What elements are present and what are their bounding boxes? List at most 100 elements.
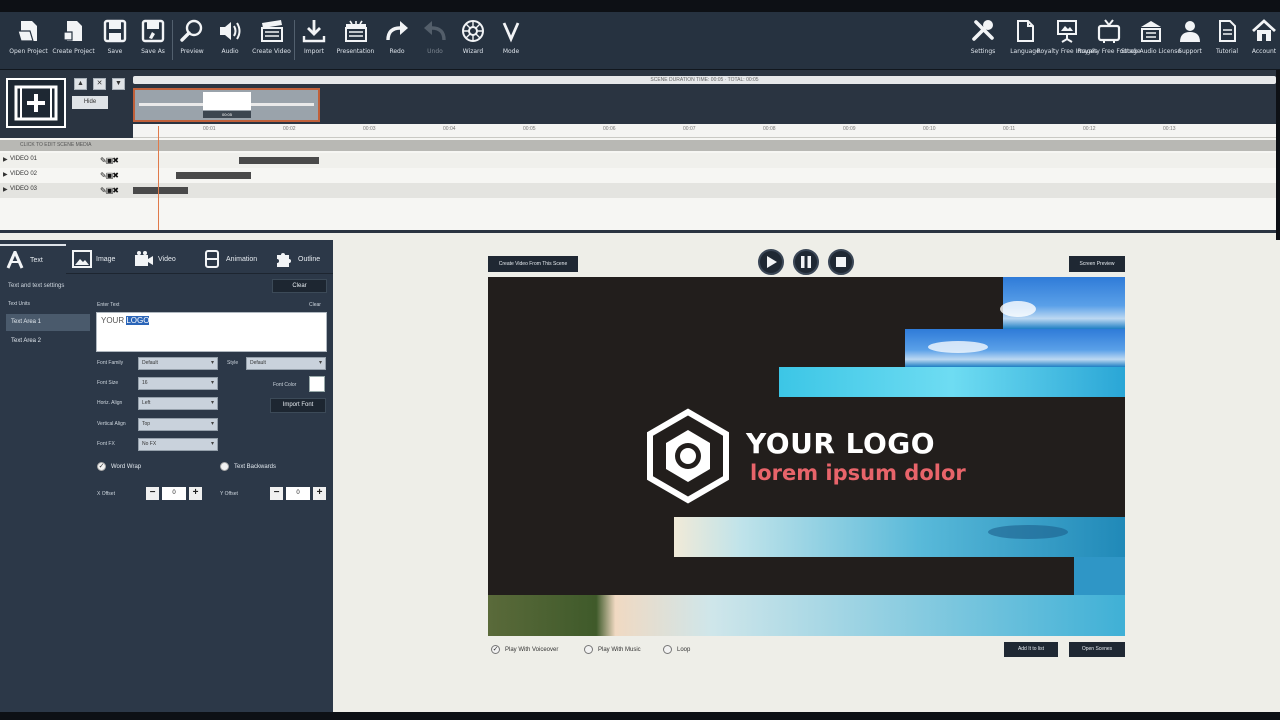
- track-header[interactable]: CLICK TO EDIT SCENE MEDIA: [0, 140, 1276, 151]
- open-project-button[interactable]: Open Project: [6, 12, 51, 70]
- window-top-bar: [0, 0, 1280, 12]
- x-offset-plus-button[interactable]: +: [189, 487, 202, 500]
- loop-checkbox[interactable]: Loop: [663, 645, 690, 654]
- royalty-free-footage-button[interactable]: Royalty Free Footage: [1077, 12, 1141, 70]
- settings-button[interactable]: Settings: [962, 12, 1004, 70]
- mode-button[interactable]: Mode: [492, 12, 530, 70]
- create-video-button[interactable]: Create Video: [249, 12, 294, 70]
- save-button[interactable]: Save: [96, 12, 134, 70]
- track-tools-icon[interactable]: ✎▣✖: [100, 171, 119, 180]
- font-fx-select[interactable]: No FX ▾: [138, 438, 218, 451]
- time-ruler[interactable]: 00:01 00:02 00:03 00:04 00:05 00:06 00:07 00:08…: [133, 124, 1276, 138]
- track-clip[interactable]: [133, 187, 188, 194]
- import-font-button[interactable]: Import Font: [270, 398, 326, 413]
- horizontal-align-select[interactable]: Left ▾: [138, 397, 218, 410]
- play-with-music-checkbox[interactable]: Play With Music: [584, 645, 641, 654]
- expand-arrow-icon[interactable]: ▶: [3, 171, 8, 178]
- font-size-select[interactable]: 16 ▾: [138, 377, 218, 390]
- redo-button[interactable]: Redo: [378, 12, 416, 70]
- y-offset-stepper: − 0 +: [270, 487, 326, 500]
- font-family-select[interactable]: Default ▾: [138, 357, 218, 370]
- text-backwards-checkbox[interactable]: Text Backwards: [220, 462, 276, 471]
- app-window: Open Project Create Project Save Save As…: [0, 0, 1280, 720]
- word-wrap-checkbox[interactable]: ✓ Word Wrap: [97, 462, 141, 471]
- preview-button[interactable]: Preview: [173, 12, 211, 70]
- playhead[interactable]: [158, 126, 159, 230]
- tab-video[interactable]: Video: [128, 244, 196, 274]
- clear-text-link[interactable]: Clear: [309, 302, 321, 308]
- logo-title-text[interactable]: YOUR LOGO: [746, 427, 935, 460]
- logo-subtitle-text[interactable]: lorem ipsum dolor: [750, 461, 966, 485]
- audio-icon: [220, 22, 241, 40]
- tab-text[interactable]: Text: [0, 244, 66, 274]
- scene-preview-canvas[interactable]: YOUR LOGO lorem ipsum dolor: [488, 277, 1125, 636]
- scene-thumbnail-strip[interactable]: 00:05: [133, 88, 320, 122]
- account-button[interactable]: Account: [1246, 12, 1280, 70]
- track-row[interactable]: ▶ VIDEO 03 ✎▣✖: [0, 183, 1276, 198]
- create-project-button[interactable]: Create Project: [51, 12, 96, 70]
- stop-button[interactable]: [828, 249, 854, 275]
- font-color-label: Font Color: [273, 382, 297, 388]
- horizontal-align-label: Horiz. Align: [97, 400, 123, 406]
- y-offset-value[interactable]: 0: [286, 487, 310, 500]
- stock-audio-license-button[interactable]: Stock Audio License: [1121, 12, 1181, 70]
- track-row[interactable]: ▶ VIDEO 02 ✎▣✖: [0, 168, 1276, 183]
- text-area-1-item[interactable]: Text Area 1: [6, 314, 90, 331]
- properties-panel: Text Image Video Animation Outline Text …: [0, 240, 333, 712]
- audio-button[interactable]: Audio: [211, 12, 249, 70]
- language-button[interactable]: Language: [1004, 12, 1046, 70]
- scene-up-button[interactable]: ▲: [74, 78, 87, 90]
- preview-icon: [180, 19, 203, 42]
- clear-all-button[interactable]: Clear: [272, 279, 327, 293]
- text-input[interactable]: YOUR LOGO: [96, 312, 327, 352]
- vertical-align-select[interactable]: Top ▾: [138, 418, 218, 431]
- y-offset-plus-button[interactable]: +: [313, 487, 326, 500]
- font-color-swatch[interactable]: [309, 376, 325, 392]
- presentation-button[interactable]: Presentation: [333, 12, 378, 70]
- screen-preview-button[interactable]: Screen Preview: [1069, 256, 1125, 272]
- x-offset-minus-button[interactable]: −: [146, 487, 159, 500]
- ruler-tick: 00:13: [1163, 126, 1176, 132]
- ruler-tick: 00:05: [523, 126, 536, 132]
- royalty-free-images-button[interactable]: Royalty Free Images: [1037, 12, 1097, 70]
- text-area-2-item[interactable]: Text Area 2: [6, 333, 90, 350]
- create-video-from-scene-button[interactable]: Create Video From This Scene: [488, 256, 578, 272]
- y-offset-minus-button[interactable]: −: [270, 487, 283, 500]
- images-icon: [1057, 20, 1077, 43]
- outline-icon: [277, 253, 291, 267]
- hide-button[interactable]: Hide: [72, 96, 108, 109]
- track-clip[interactable]: [176, 172, 251, 179]
- tab-outline[interactable]: Outline: [268, 244, 333, 274]
- tab-animation[interactable]: Animation: [196, 244, 268, 274]
- ruler-tick: 00:03: [363, 126, 376, 132]
- scene-down-button[interactable]: ▼: [112, 78, 125, 90]
- track-row[interactable]: ▶ VIDEO 01 ✎▣✖: [0, 153, 1276, 168]
- track-tools-icon[interactable]: ✎▣✖: [100, 156, 119, 165]
- play-with-voiceover-checkbox[interactable]: ✓ Play With Voiceover: [491, 645, 558, 654]
- add-scene-button[interactable]: [6, 78, 66, 128]
- support-button[interactable]: Support: [1172, 12, 1208, 70]
- scene-delete-button[interactable]: ✕: [93, 78, 106, 90]
- video-icon: [135, 251, 153, 266]
- expand-arrow-icon[interactable]: ▶: [3, 186, 8, 193]
- add-to-list-button[interactable]: Add It to list: [1004, 642, 1058, 657]
- ruler-tick: 00:06: [603, 126, 616, 132]
- chevron-down-icon: ▾: [210, 400, 214, 406]
- save-as-button[interactable]: Save As: [134, 12, 172, 70]
- track-tools-icon[interactable]: ✎▣✖: [100, 186, 119, 195]
- checkmark-icon: ✓: [491, 645, 500, 654]
- pause-button[interactable]: [793, 249, 819, 275]
- play-button[interactable]: [758, 249, 784, 275]
- undo-button[interactable]: Undo: [416, 12, 454, 70]
- track-name: VIDEO 01: [10, 156, 38, 162]
- tab-image[interactable]: Image: [66, 244, 128, 274]
- track-clip[interactable]: [239, 157, 320, 164]
- open-scenes-button[interactable]: Open Scenes: [1069, 642, 1125, 657]
- tutorial-button[interactable]: Tutorial: [1208, 12, 1246, 70]
- scene-thumbnail[interactable]: [203, 92, 251, 110]
- x-offset-value[interactable]: 0: [162, 487, 186, 500]
- import-button[interactable]: Import: [295, 12, 333, 70]
- expand-arrow-icon[interactable]: ▶: [3, 156, 8, 163]
- wizard-button[interactable]: Wizard: [454, 12, 492, 70]
- style-select[interactable]: Default ▾: [246, 357, 326, 370]
